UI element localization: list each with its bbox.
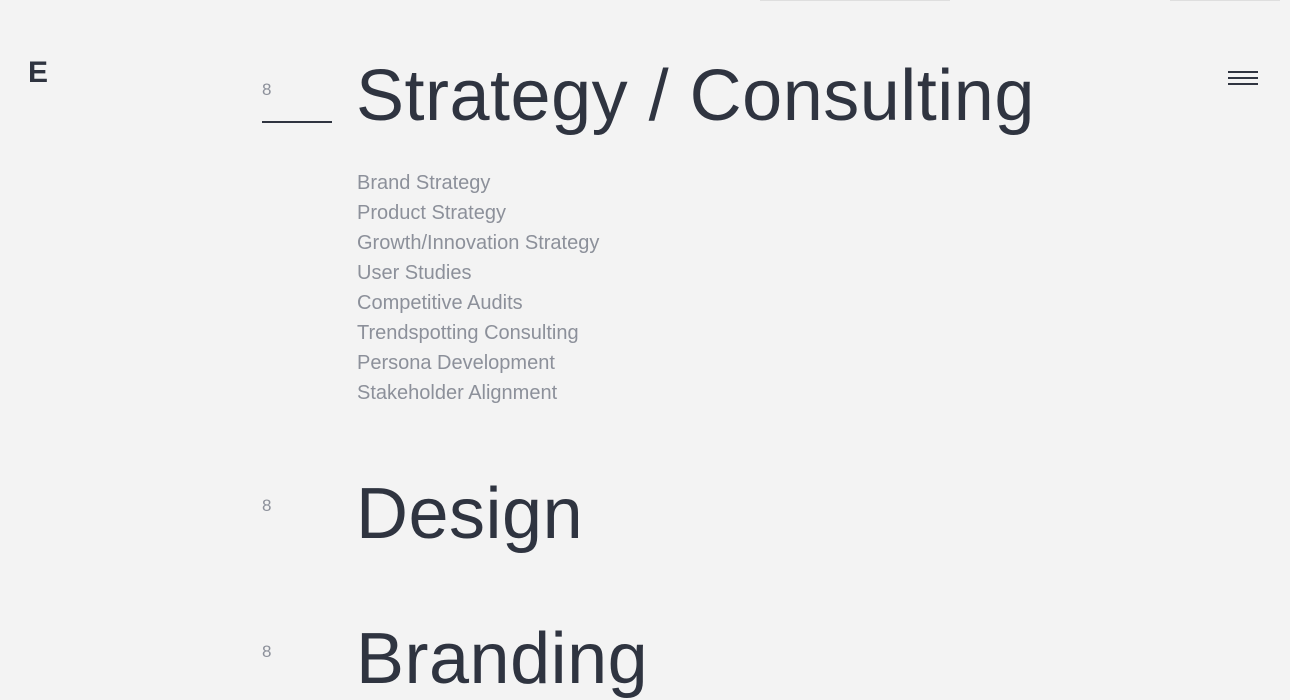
hamburger-icon-line (1228, 77, 1258, 79)
list-item[interactable]: User Studies (357, 258, 599, 288)
section-title[interactable]: Strategy / Consulting (356, 56, 1035, 136)
page: E 8 Strategy / Consulting Brand Strategy… (0, 0, 1290, 700)
list-item[interactable]: Persona Development (357, 348, 599, 378)
active-section-underline (262, 121, 332, 123)
section-number: 8 (262, 642, 272, 661)
hamburger-icon-line (1228, 71, 1258, 73)
service-list: Brand Strategy Product Strategy Growth/I… (357, 168, 599, 408)
list-item[interactable]: Stakeholder Alignment (357, 378, 599, 408)
logo[interactable]: E (28, 56, 48, 90)
top-divider (1170, 0, 1280, 1)
hamburger-menu-button[interactable] (1226, 68, 1260, 90)
section-number: 8 (262, 496, 272, 515)
section-number: 8 (262, 80, 272, 99)
list-item[interactable]: Competitive Audits (357, 288, 599, 318)
list-item[interactable]: Brand Strategy (357, 168, 599, 198)
hamburger-icon-line (1228, 83, 1258, 85)
list-item[interactable]: Trendspotting Consulting (357, 318, 599, 348)
section-title[interactable]: Branding (356, 619, 648, 699)
list-item[interactable]: Product Strategy (357, 198, 599, 228)
top-divider (760, 0, 950, 1)
list-item[interactable]: Growth/Innovation Strategy (357, 228, 599, 258)
section-title[interactable]: Design (356, 474, 583, 554)
